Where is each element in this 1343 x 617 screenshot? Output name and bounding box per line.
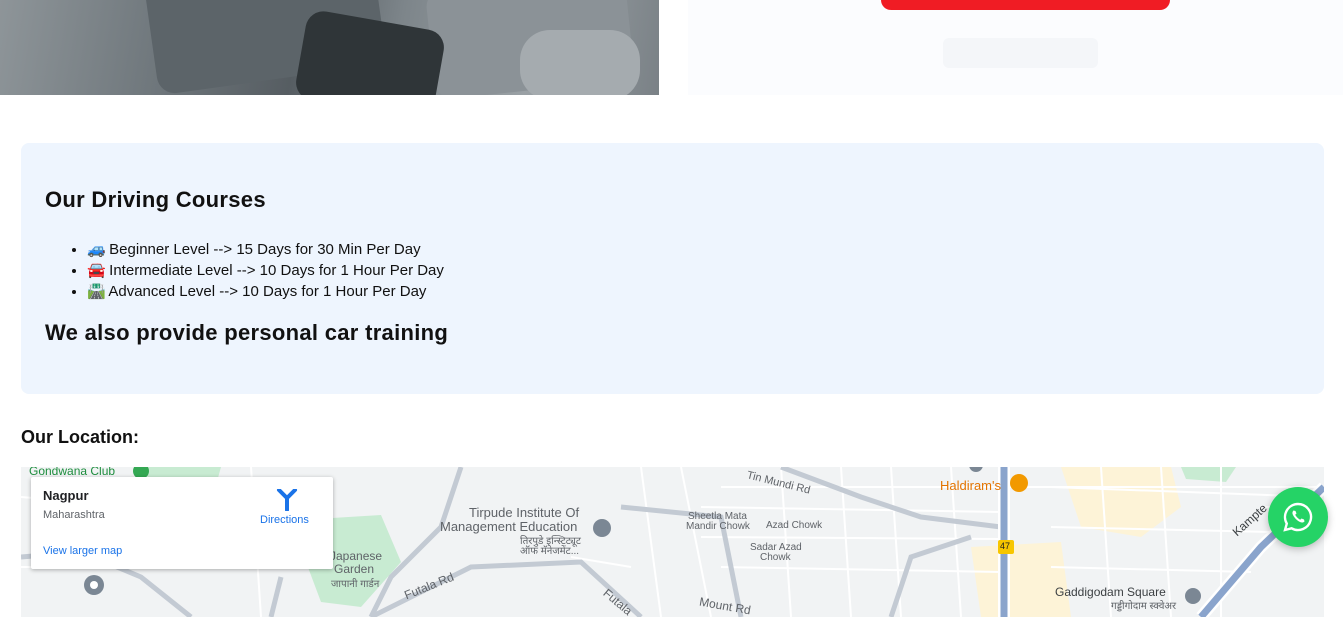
whatsapp-icon <box>1283 502 1313 532</box>
map-label-azad-chowk: Azad Chowk <box>766 520 823 531</box>
courses-section: Our Driving Courses 🚙 Beginner Level -->… <box>21 143 1324 394</box>
location-heading: Our Location: <box>21 427 139 447</box>
course-item-text: Beginner Level --> 15 Days for 30 Min Pe… <box>109 241 421 258</box>
course-item-text: Intermediate Level --> 10 Days for 1 Hou… <box>109 262 444 279</box>
courses-list: 🚙 Beginner Level --> 15 Days for 30 Min … <box>45 239 444 302</box>
car-interior-photo <box>0 0 659 95</box>
map-label-haldirams: Haldiram's <box>940 478 1001 493</box>
directions-icon[interactable] <box>275 489 299 511</box>
view-larger-map-link[interactable]: View larger map <box>43 545 122 557</box>
map-card-city: Nagpur <box>43 488 89 503</box>
whatsapp-button[interactable] <box>1268 487 1328 547</box>
map-card-state: Maharashtra <box>43 509 105 521</box>
map-info-card: Nagpur Maharashtra View larger map Direc… <box>31 477 333 569</box>
car-front-emoji-icon: 🚘 <box>87 262 106 279</box>
map-highway-number: 47 <box>1000 541 1011 551</box>
directions-button[interactable]: Directions <box>260 514 309 526</box>
course-item: 🚘 Intermediate Level --> 10 Days for 1 H… <box>87 260 444 281</box>
map-label-japanese: Japanese <box>330 549 383 563</box>
course-item-text: Advanced Level --> 10 Days for 1 Hour Pe… <box>108 283 427 300</box>
promo-faded-button <box>943 38 1098 68</box>
personal-training-heading: We also provide personal car training <box>45 320 449 345</box>
map-label-sheetla-2: Mandir Chowk <box>686 521 750 532</box>
map-label-garden-hi: जापानी गार्डन <box>331 579 380 590</box>
map-label-gaddigodam-hi: गड्डीगोदाम स्क्वेअर <box>1111 601 1177 612</box>
road-emoji-icon: 🛣️ <box>87 283 106 300</box>
promo-banner <box>688 0 1343 95</box>
map-label-garden: Garden <box>334 562 375 576</box>
course-item: 🛣️ Advanced Level --> 10 Days for 1 Hour… <box>87 281 444 302</box>
courses-heading: Our Driving Courses <box>45 187 266 212</box>
car-emoji-icon: 🚙 <box>87 241 106 258</box>
map-label-tirpude-hi-2: ऑफ मॅनेजमेंट... <box>520 546 580 557</box>
course-item: 🚙 Beginner Level --> 15 Days for 30 Min … <box>87 239 444 260</box>
embedded-map[interactable]: Gondwana Club Tirpude Institute Of Manag… <box>21 467 1324 617</box>
map-label-sadar-azad-2: Chowk <box>760 552 791 563</box>
map-label-tirpude-2: Management Education <box>440 519 578 534</box>
map-label-tirpude: Tirpude Institute Of <box>469 505 580 520</box>
promo-red-button[interactable] <box>881 0 1170 10</box>
map-label-gaddigodam: Gaddigodam Square <box>1055 585 1166 599</box>
